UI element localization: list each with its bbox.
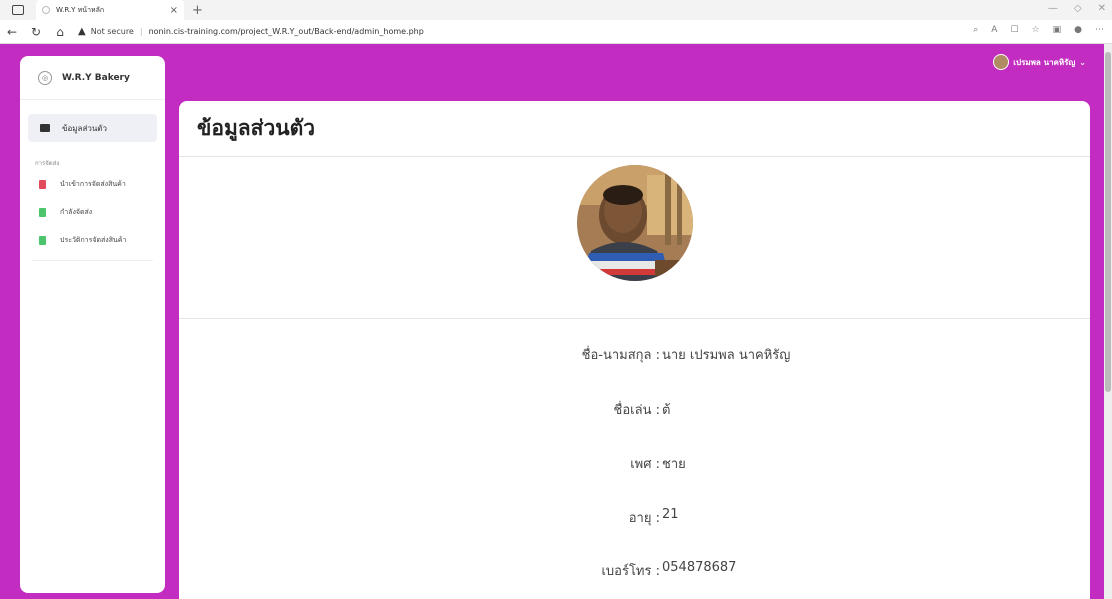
profile-photo	[577, 165, 693, 281]
extensions-icon[interactable]: ☐	[1010, 25, 1018, 35]
back-icon[interactable]: ←	[0, 25, 24, 39]
new-tab-button[interactable]: +	[192, 3, 203, 18]
favicon-icon	[42, 6, 50, 14]
user-name: เปรมพล นาคหิรัญ	[1013, 57, 1076, 67]
security-indicator[interactable]: ▲ Not secure	[78, 26, 134, 37]
field-label: ชื่อ-นามสกุล :	[581, 348, 660, 363]
page-title: ข้อมูลส่วนตัว	[197, 116, 316, 140]
browser-tab-strip: W.R.Y หน้าหลัก × + — ◇ ✕	[0, 0, 1112, 20]
photo-area	[179, 157, 1090, 319]
sidebar-section-label: การจัดส่ง	[35, 160, 60, 167]
chevron-down-icon: ⌄	[1079, 57, 1086, 67]
url-field[interactable]: nonin.cis-training.com/project_W.R.Y_out…	[149, 27, 424, 36]
field-value: นาย เปรมพล นาคหิรัญ	[662, 348, 791, 363]
sidebar-item-label: ข้อมูลส่วนตัว	[62, 123, 107, 133]
card-header: ข้อมูลส่วนตัว	[179, 101, 1090, 157]
brand[interactable]: ◎ W.R.Y Bakery	[20, 56, 165, 100]
more-icon[interactable]: ⋯	[1095, 25, 1104, 35]
field-value: ต้	[662, 403, 671, 418]
book-icon	[39, 207, 46, 217]
profile-card: ข้อมูลส่วนตัว ชื่อ-นามสกุล : นาย เปรมพล …	[179, 101, 1090, 599]
restore-icon[interactable]: ◇	[1074, 3, 1082, 14]
book-icon	[39, 179, 46, 189]
field-value: ชาย	[662, 457, 686, 472]
brand-name: W.R.Y Bakery	[62, 72, 130, 83]
field-label: อายุ :	[628, 511, 660, 526]
sidebar: ◎ W.R.Y Bakery ข้อมูลส่วนตัว การจัดส่ง น…	[20, 56, 165, 593]
window-menu-icon[interactable]	[12, 5, 24, 15]
profile-icon[interactable]: ●	[1074, 25, 1082, 35]
tab-close-icon[interactable]: ×	[170, 5, 178, 16]
sidebar-item-shipping[interactable]: กำลังจัดส่ง	[20, 198, 165, 226]
window-controls: — ◇ ✕	[1048, 3, 1106, 14]
sidebar-item-label: กำลังจัดส่ง	[60, 207, 93, 216]
avatar	[993, 54, 1010, 70]
field-nickname: ชื่อเล่น : ต้	[179, 399, 1090, 419]
field-label: เบอร์โทร :	[601, 564, 660, 579]
field-label: เพศ :	[630, 457, 660, 472]
user-menu[interactable]: เปรมพล นาคหิรัญ ⌄	[993, 54, 1086, 70]
collections-icon[interactable]: ▣	[1053, 25, 1062, 35]
refresh-icon[interactable]: ↻	[24, 25, 48, 39]
home-icon[interactable]: ⌂	[48, 25, 72, 39]
field-phone: เบอร์โทร : 054878687	[179, 560, 1090, 580]
sidebar-divider	[32, 260, 153, 261]
favorites-icon[interactable]: ☆	[1032, 25, 1040, 35]
bakery-logo-icon: ◎	[38, 70, 52, 85]
field-value: 054878687	[662, 560, 737, 575]
address-bar: ← ↻ ⌂ ▲ Not secure | nonin.cis-training.…	[0, 20, 1112, 44]
read-aloud-icon[interactable]: A	[991, 25, 997, 35]
warning-icon: ▲	[78, 26, 86, 37]
field-value: 21	[662, 507, 679, 522]
scrollbar-thumb[interactable]	[1105, 52, 1111, 392]
close-window-icon[interactable]: ✕	[1098, 3, 1106, 14]
tab-title: W.R.Y หน้าหลัก	[56, 5, 105, 14]
book-icon	[39, 235, 46, 245]
browser-tab[interactable]: W.R.Y หน้าหลัก ×	[36, 0, 184, 20]
field-label: ชื่อเล่น :	[613, 403, 660, 418]
toolbar-icons: ⌕ A ☐ ☆ ▣ ● ⋯	[973, 25, 1104, 35]
address-separator: |	[139, 27, 143, 36]
field-age: อายุ : 21	[179, 507, 1090, 527]
page-scrollbar[interactable]	[1104, 44, 1112, 599]
minimize-icon[interactable]: —	[1048, 3, 1058, 14]
field-fullname: ชื่อ-นามสกุล : นาย เปรมพล นาคหิรัญ	[179, 344, 1090, 364]
field-gender: เพศ : ชาย	[179, 453, 1090, 473]
sidebar-item-label: ประวัติการจัดส่งสินค้า	[60, 235, 127, 244]
sidebar-item-label: นำเข้าการจัดส่งสินค้า	[60, 179, 126, 188]
sidebar-item-shipping-history[interactable]: ประวัติการจัดส่งสินค้า	[20, 226, 165, 254]
id-card-icon	[40, 124, 50, 132]
sidebar-item-import-shipping[interactable]: นำเข้าการจัดส่งสินค้า	[20, 170, 165, 198]
search-icon[interactable]: ⌕	[973, 25, 978, 35]
security-label: Not secure	[90, 27, 134, 36]
sidebar-item-profile[interactable]: ข้อมูลส่วนตัว	[28, 114, 157, 142]
